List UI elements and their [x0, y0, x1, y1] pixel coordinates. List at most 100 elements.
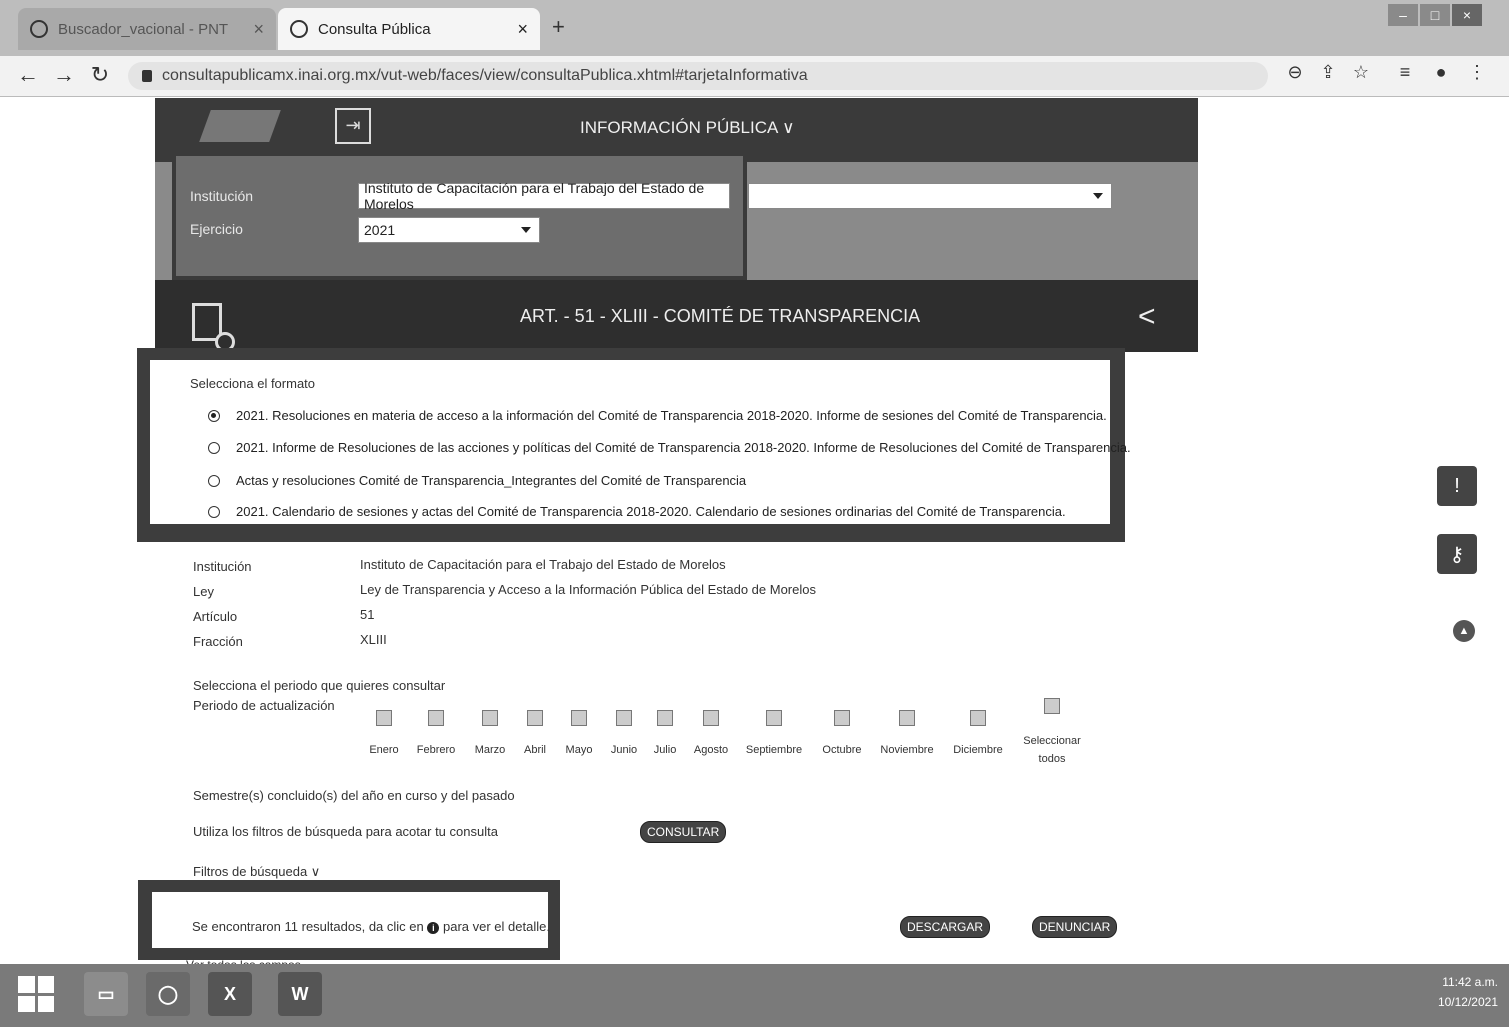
key-icon[interactable]: ⚷ [1437, 534, 1477, 574]
close-tab-icon[interactable]: × [253, 19, 264, 40]
word-icon[interactable]: W [278, 972, 322, 1016]
tab-label: Buscador_vacional - PNT [58, 20, 229, 38]
login-icon[interactable]: ⇥ [335, 108, 371, 144]
back-icon[interactable]: ← [14, 62, 42, 88]
month-checkbox[interactable] [571, 710, 587, 726]
share-icon[interactable]: < [1138, 300, 1156, 334]
month-checkbox[interactable] [970, 710, 986, 726]
consult-button[interactable]: CONSULTAR [640, 821, 727, 843]
radio-selected[interactable] [208, 409, 220, 422]
tab-label: Consulta Pública [318, 20, 431, 38]
month-checkbox[interactable] [766, 710, 782, 726]
month-checkbox[interactable] [657, 710, 673, 726]
url-text: consultapublicamx.inai.org.mx/vut-web/fa… [162, 67, 808, 84]
forward-icon[interactable]: → [50, 62, 78, 88]
month-checkbox[interactable] [899, 710, 915, 726]
clock-date: 10/12/2021 [1437, 995, 1498, 1009]
new-tab-icon[interactable]: + [552, 14, 565, 40]
format-option-label: 2021. Resoluciones en materia de acceso … [236, 408, 1107, 423]
month-checkbox[interactable] [527, 710, 543, 726]
format-option[interactable]: 2021. Calendario de sesiones y actas del… [208, 504, 1066, 519]
reload-icon[interactable]: ↻ [86, 62, 114, 88]
tab-buscador[interactable]: Buscador_vacional - PNT × [18, 8, 276, 50]
month-checkbox[interactable] [428, 710, 444, 726]
scroll-up-icon[interactable]: ▲ [1453, 620, 1475, 642]
semester-text: Semestre(s) concluido(s) del año en curs… [193, 788, 515, 803]
tab-consulta-publica[interactable]: Consulta Pública × [278, 8, 540, 50]
info-icon: i [427, 921, 440, 934]
minimize-icon[interactable]: – [1388, 4, 1418, 26]
document-search-icon [192, 303, 235, 352]
reading-list-icon[interactable]: ≡ [1392, 62, 1418, 83]
select-all-label: Seleccionar todos [1023, 735, 1081, 765]
share-page-icon[interactable]: ⇪ [1315, 62, 1341, 83]
menu-kebab-icon[interactable]: ⋮ [1464, 62, 1490, 83]
detail-label: Fracción [193, 634, 243, 649]
results-text-after: para ver el detalle. [442, 919, 550, 934]
month-label: Septiembre [745, 744, 803, 756]
profile-icon[interactable]: ● [1428, 62, 1454, 83]
institution-select[interactable]: Instituto de Capacitación para el Trabaj… [358, 180, 730, 212]
search-filters-toggle[interactable]: Filtros de búsqueda ∨ [193, 864, 320, 880]
year-label: Ejercicio [190, 221, 243, 237]
detail-label: Artículo [193, 609, 238, 624]
secondary-select[interactable] [748, 183, 1112, 209]
detail-label: Ley [193, 584, 214, 599]
format-option-label: 2021. Calendario de sesiones y actas del… [236, 504, 1066, 519]
month-checkbox[interactable] [482, 710, 498, 726]
select-all-checkbox[interactable] [1044, 698, 1060, 714]
alert-icon[interactable]: ! [1437, 466, 1477, 506]
radio[interactable] [208, 474, 220, 487]
url-field[interactable]: consultapublicamx.inai.org.mx/vut-web/fa… [128, 62, 1268, 90]
filter-panel [172, 152, 747, 280]
institution-value: Instituto de Capacitación para el Trabaj… [364, 180, 705, 212]
month-checkbox[interactable] [834, 710, 850, 726]
detail-value: Ley de Transparencia y Acceso a la Infor… [360, 582, 816, 597]
taskbar-clock[interactable]: 11:42 a.m. 10/12/2021 [1418, 972, 1498, 1012]
format-label: Selecciona el formato [190, 376, 316, 391]
month-label: Octubre [822, 744, 862, 756]
windows-start-icon[interactable] [18, 976, 54, 1012]
month-checkbox[interactable] [616, 710, 632, 726]
maximize-icon[interactable]: □ [1420, 4, 1450, 26]
results-text: Se encontraron 11 resultados, da clic en… [192, 919, 550, 934]
radio[interactable] [208, 441, 220, 454]
clock-time: 11:42 a.m. [1442, 975, 1498, 989]
report-button[interactable]: DENUNCIAR [1032, 916, 1118, 938]
filter-hint: Utiliza los filtros de búsqueda para aco… [193, 824, 498, 839]
site-favicon-icon [30, 20, 48, 38]
month-checkbox[interactable] [703, 710, 719, 726]
results-text-before: Se encontraron 11 resultados, da clic en [192, 919, 424, 934]
month-label: Noviembre [880, 744, 934, 756]
download-button[interactable]: DESCARGAR [900, 916, 991, 938]
file-explorer-icon[interactable]: ▭ [84, 972, 128, 1016]
excel-icon[interactable]: X [208, 972, 252, 1016]
radio[interactable] [208, 505, 220, 518]
bookmark-star-icon[interactable]: ☆ [1348, 62, 1374, 83]
lock-icon [142, 70, 152, 82]
month-label: Agosto [693, 744, 729, 756]
format-option[interactable]: Actas y resoluciones Comité de Transpare… [208, 473, 746, 488]
month-checkbox[interactable] [376, 710, 392, 726]
month-label: Diciembre [953, 744, 1003, 756]
detail-value: Instituto de Capacitación para el Trabaj… [360, 557, 726, 572]
chevron-down-icon [1093, 193, 1103, 199]
month-label: Enero [369, 744, 399, 756]
format-option[interactable]: 2021. Informe de Resoluciones de las acc… [208, 440, 1131, 455]
chrome-icon[interactable]: ◯ [146, 972, 190, 1016]
update-period-label: Periodo de actualización [193, 698, 335, 713]
year-select[interactable]: 2021 [358, 217, 540, 243]
logo [199, 110, 281, 142]
informacion-publica-menu[interactable]: INFORMACIÓN PÚBLICA ∨ [580, 118, 795, 138]
site-favicon-icon [290, 20, 308, 38]
article-title: ART. - 51 - XLIII - COMITÉ DE TRANSPAREN… [520, 306, 921, 326]
chevron-down-icon [521, 227, 531, 233]
format-option[interactable]: 2021. Resoluciones en materia de acceso … [208, 408, 1107, 423]
format-option-label: 2021. Informe de Resoluciones de las acc… [236, 440, 1131, 455]
zoom-icon[interactable]: ⊖ [1282, 62, 1308, 83]
month-label: Febrero [416, 744, 456, 756]
period-prompt: Selecciona el periodo que quieres consul… [193, 678, 446, 693]
close-tab-icon[interactable]: × [517, 19, 528, 40]
close-window-icon[interactable]: × [1452, 4, 1482, 26]
format-option-label: Actas y resoluciones Comité de Transpare… [236, 473, 747, 488]
